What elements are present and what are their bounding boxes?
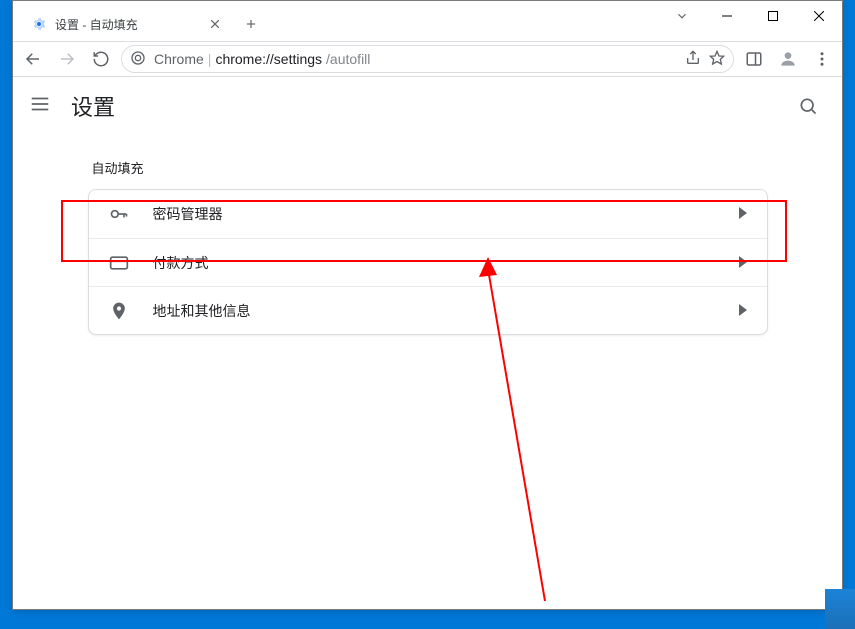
settings-content: 自动填充 密码管理器 付款方式 bbox=[13, 134, 842, 335]
taskbar-edge bbox=[825, 589, 855, 629]
page-viewport: 设置 自动填充 密码管理器 bbox=[13, 78, 842, 609]
tab-title: 设置 - 自动填充 bbox=[55, 16, 199, 33]
password-manager-row[interactable]: 密码管理器 bbox=[89, 190, 767, 238]
share-icon[interactable] bbox=[685, 50, 701, 69]
page-title: 设置 bbox=[71, 90, 115, 122]
chevron-right-icon bbox=[739, 255, 747, 271]
site-info-icon[interactable] bbox=[130, 50, 146, 69]
forward-button[interactable] bbox=[53, 45, 81, 73]
page-header: 设置 bbox=[13, 78, 842, 134]
browser-toolbar: Chrome | chrome://settings/autofill bbox=[13, 41, 842, 77]
addresses-row[interactable]: 地址和其他信息 bbox=[89, 286, 767, 334]
window-close-button[interactable] bbox=[796, 1, 842, 31]
row-label: 密码管理器 bbox=[153, 204, 715, 224]
section-label: 自动填充 bbox=[88, 158, 768, 189]
chevron-right-icon bbox=[739, 303, 747, 319]
search-button[interactable] bbox=[790, 88, 826, 124]
tab-strip: 设置 - 自动填充 bbox=[21, 7, 265, 41]
url-text: Chrome | chrome://settings/autofill bbox=[154, 51, 677, 67]
settings-gear-icon bbox=[31, 16, 47, 32]
key-icon bbox=[109, 204, 129, 224]
menu-kebab-button[interactable] bbox=[808, 45, 836, 73]
tab-search-chevron-icon[interactable] bbox=[675, 9, 689, 28]
address-bar[interactable]: Chrome | chrome://settings/autofill bbox=[121, 45, 734, 73]
row-label: 付款方式 bbox=[153, 253, 715, 273]
side-panel-button[interactable] bbox=[740, 45, 768, 73]
browser-window: 设置 - 自动填充 Chrome | chrome://settin bbox=[12, 0, 843, 610]
chevron-right-icon bbox=[739, 206, 747, 222]
window-maximize-button[interactable] bbox=[750, 1, 796, 31]
row-label: 地址和其他信息 bbox=[153, 301, 715, 321]
tab-close-button[interactable] bbox=[207, 16, 223, 32]
hamburger-menu-button[interactable] bbox=[29, 93, 51, 120]
payment-methods-row[interactable]: 付款方式 bbox=[89, 238, 767, 286]
bookmark-star-icon[interactable] bbox=[709, 50, 725, 69]
autofill-card: 密码管理器 付款方式 bbox=[88, 189, 768, 335]
reload-button[interactable] bbox=[87, 45, 115, 73]
profile-avatar-button[interactable] bbox=[774, 45, 802, 73]
location-pin-icon bbox=[109, 301, 129, 321]
credit-card-icon bbox=[109, 253, 129, 273]
new-tab-button[interactable] bbox=[237, 10, 265, 38]
window-minimize-button[interactable] bbox=[704, 1, 750, 31]
back-button[interactable] bbox=[19, 45, 47, 73]
browser-tab[interactable]: 设置 - 自动填充 bbox=[21, 7, 231, 41]
